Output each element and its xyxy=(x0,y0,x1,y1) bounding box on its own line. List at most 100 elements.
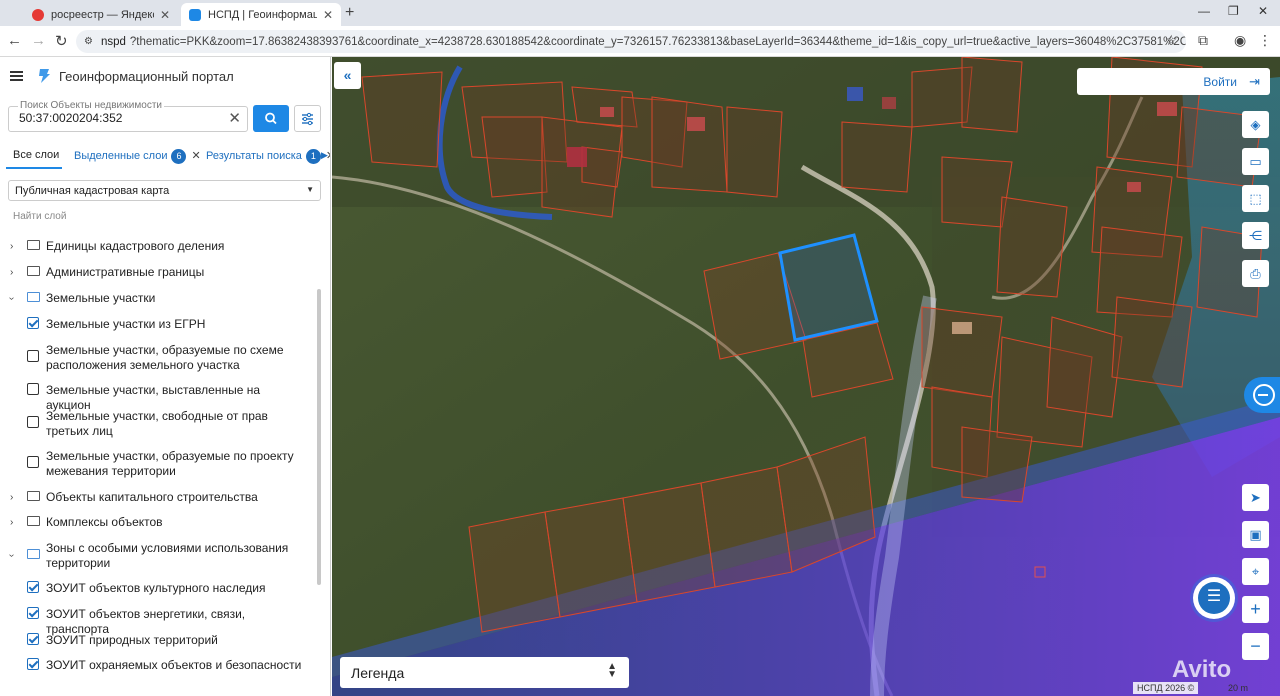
zoom-in-button[interactable]: + xyxy=(1242,596,1269,623)
side-assistant-button[interactable] xyxy=(1244,377,1280,413)
layer-group-zouit[interactable]: › Зоны с особыми условиями использования… xyxy=(0,541,320,575)
forward-icon[interactable]: → xyxy=(31,32,46,49)
bookmark-star-icon[interactable]: ☆ xyxy=(1165,32,1178,49)
minimize-icon[interactable]: — xyxy=(1198,4,1210,18)
login-button[interactable]: Войти ⇥ xyxy=(1077,68,1270,95)
basemap-select[interactable]: Публичная кадастровая карта ▼ xyxy=(8,180,321,201)
expand-chevron-icon[interactable]: › xyxy=(10,490,13,505)
layer-label: ЗОУИТ объектов культурного наследия xyxy=(46,581,266,595)
layer-filter-input[interactable]: Найти слой xyxy=(13,211,66,222)
share-icon: ⋲ xyxy=(1249,228,1262,243)
browser-tab-nspd[interactable]: НСПД | Геоинформационный ✕ xyxy=(181,3,341,26)
results-count-badge: 1 xyxy=(305,149,321,164)
active-tab-indicator xyxy=(6,167,62,169)
tabs-scroll-right-icon[interactable]: ▶ xyxy=(321,150,328,161)
layers-icon: ◈ xyxy=(1250,117,1261,132)
plus-icon: + xyxy=(1250,599,1261,619)
layer-free-plots[interactable]: Земельные участки, свободные от прав тре… xyxy=(0,409,320,443)
close-tab-icon[interactable]: ✕ xyxy=(323,8,333,22)
back-icon[interactable]: ← xyxy=(7,32,22,49)
collapse-panel-button[interactable]: « xyxy=(334,62,361,89)
measure-tool-button[interactable]: ▭ xyxy=(1242,148,1269,175)
zoom-out-button[interactable]: − xyxy=(1242,633,1269,660)
geo-search-button[interactable]: ⌖ xyxy=(1242,558,1269,585)
map-attribution: НСПД 2026 © xyxy=(1133,682,1199,694)
basemap-value: Публичная кадастровая карта xyxy=(15,185,170,197)
tab-selected-layers[interactable]: Выделенные слои 6 ✕ xyxy=(74,149,201,164)
layer-group-admin-borders[interactable]: › Административные границы xyxy=(0,265,320,285)
layer-checkbox[interactable] xyxy=(27,633,39,645)
layer-zouit-energy[interactable]: ЗОУИТ объектов энергетики, связи, трансп… xyxy=(0,607,320,636)
legend-dropdown[interactable]: Легенда ▲ ▼ xyxy=(340,657,629,688)
expand-chevron-icon[interactable]: › xyxy=(10,239,13,254)
layer-group-land-plots[interactable]: › Земельные участки xyxy=(0,291,320,311)
select-area-tool-button[interactable]: ⬚ xyxy=(1242,185,1269,212)
minus-icon: − xyxy=(1250,636,1261,656)
folder-open-icon xyxy=(27,292,40,302)
layer-zouit-nature[interactable]: ЗОУИТ природных территорий xyxy=(0,633,320,653)
profile-icon[interactable]: ◉ xyxy=(1234,32,1246,49)
layer-label: Земельные участки, свободные от прав тре… xyxy=(46,409,268,438)
print-tool-button[interactable]: ⎙ xyxy=(1242,260,1269,287)
layer-tree-scrollbar[interactable] xyxy=(317,289,321,585)
map-view[interactable] xyxy=(332,57,1280,696)
layer-checkbox[interactable] xyxy=(27,383,39,395)
new-tab-icon[interactable]: + xyxy=(345,4,354,22)
layer-checkbox[interactable] xyxy=(27,581,39,593)
layer-group-capital-construction[interactable]: › Объекты капитального строительства xyxy=(0,490,320,510)
tab-all-layers[interactable]: Все слои xyxy=(13,149,59,161)
layer-checkbox[interactable] xyxy=(27,416,39,428)
close-window-icon[interactable]: ✕ xyxy=(1258,4,1268,18)
layer-egrn-plots[interactable]: Земельные участки из ЕГРН xyxy=(0,317,320,337)
menu-icon[interactable] xyxy=(10,71,23,81)
close-tab-icon[interactable]: ✕ xyxy=(160,8,170,22)
panel-tabs: Все слои Выделенные слои 6 ✕ Результаты по… xyxy=(0,145,330,169)
layer-group-complexes[interactable]: › Комплексы объектов xyxy=(0,515,320,535)
collapse-chevron-icon[interactable]: › xyxy=(4,554,19,557)
url-field[interactable]: ⚙ nspd ?thematic=PKK&zoom=17.86382438393… xyxy=(76,30,1186,53)
extensions-icon[interactable]: ⧉ xyxy=(1198,32,1208,49)
layer-checkbox[interactable] xyxy=(27,607,39,619)
close-selected-tab-icon[interactable]: ✕ xyxy=(191,150,200,162)
clear-search-icon[interactable]: ✕ xyxy=(228,111,241,127)
folder-icon xyxy=(27,516,40,526)
expand-chevron-icon[interactable]: › xyxy=(10,515,13,530)
layer-checkbox[interactable] xyxy=(27,317,39,329)
chat-button[interactable]: ☰ xyxy=(1193,577,1235,619)
layer-scheme-plots[interactable]: Земельные участки, образуемые по схеме р… xyxy=(0,343,320,377)
nspd-favicon-icon xyxy=(189,8,201,21)
layer-auction-plots[interactable]: Земельные участки, выставленные на аукци… xyxy=(0,383,320,412)
url-host: nspd xyxy=(100,35,126,48)
search-icon xyxy=(265,112,277,125)
selected-count-badge: 6 xyxy=(171,149,187,164)
share-tool-button[interactable]: ⋲ xyxy=(1242,222,1269,249)
collapse-chevron-icon[interactable]: › xyxy=(4,297,19,300)
layer-checkbox[interactable] xyxy=(27,658,39,670)
reload-icon[interactable]: ↻ xyxy=(55,32,68,50)
layer-checkbox[interactable] xyxy=(27,350,39,362)
layer-checkbox[interactable] xyxy=(27,456,39,468)
search-button[interactable] xyxy=(253,105,289,132)
satellite-map-image[interactable] xyxy=(332,57,1280,696)
restore-icon[interactable]: ❐ xyxy=(1228,4,1239,18)
layers-tool-button[interactable]: ◈ xyxy=(1242,111,1269,138)
search-input[interactable] xyxy=(19,111,219,125)
layer-label: Административные границы xyxy=(46,265,205,279)
minimap-button[interactable]: ▣ xyxy=(1242,521,1269,548)
app-title: Геоинформационный портал xyxy=(59,69,234,84)
tab-search-results[interactable]: Результаты поиска1✕ xyxy=(206,149,330,164)
legend-label: Легенда xyxy=(351,665,405,681)
layer-group-cadastral-units[interactable]: › Единицы кадастрового деления xyxy=(0,239,320,259)
browser-tabbar: росреестр — Яндекс: нашлось ✕ НСПД | Гео… xyxy=(0,0,1280,26)
browser-tab-yandex[interactable]: росреестр — Яндекс: нашлось ✕ xyxy=(24,3,178,26)
my-location-button[interactable]: ➤ xyxy=(1242,484,1269,511)
layer-zouit-security[interactable]: ЗОУИТ охраняемых объектов и безопасности xyxy=(0,658,320,678)
expand-chevron-icon[interactable]: › xyxy=(10,265,13,280)
layer-zouit-cultural[interactable]: ЗОУИТ объектов культурного наследия xyxy=(0,581,320,601)
select-area-icon: ⬚ xyxy=(1249,191,1262,206)
browser-menu-icon[interactable]: ⋮ xyxy=(1258,32,1272,49)
search-filter-button[interactable] xyxy=(294,105,321,132)
site-info-icon[interactable]: ⚙ xyxy=(84,36,93,47)
layer-label: Земельные участки из ЕГРН xyxy=(46,317,206,331)
layer-survey-plots[interactable]: Земельные участки, образуемые по проекту… xyxy=(0,449,320,483)
